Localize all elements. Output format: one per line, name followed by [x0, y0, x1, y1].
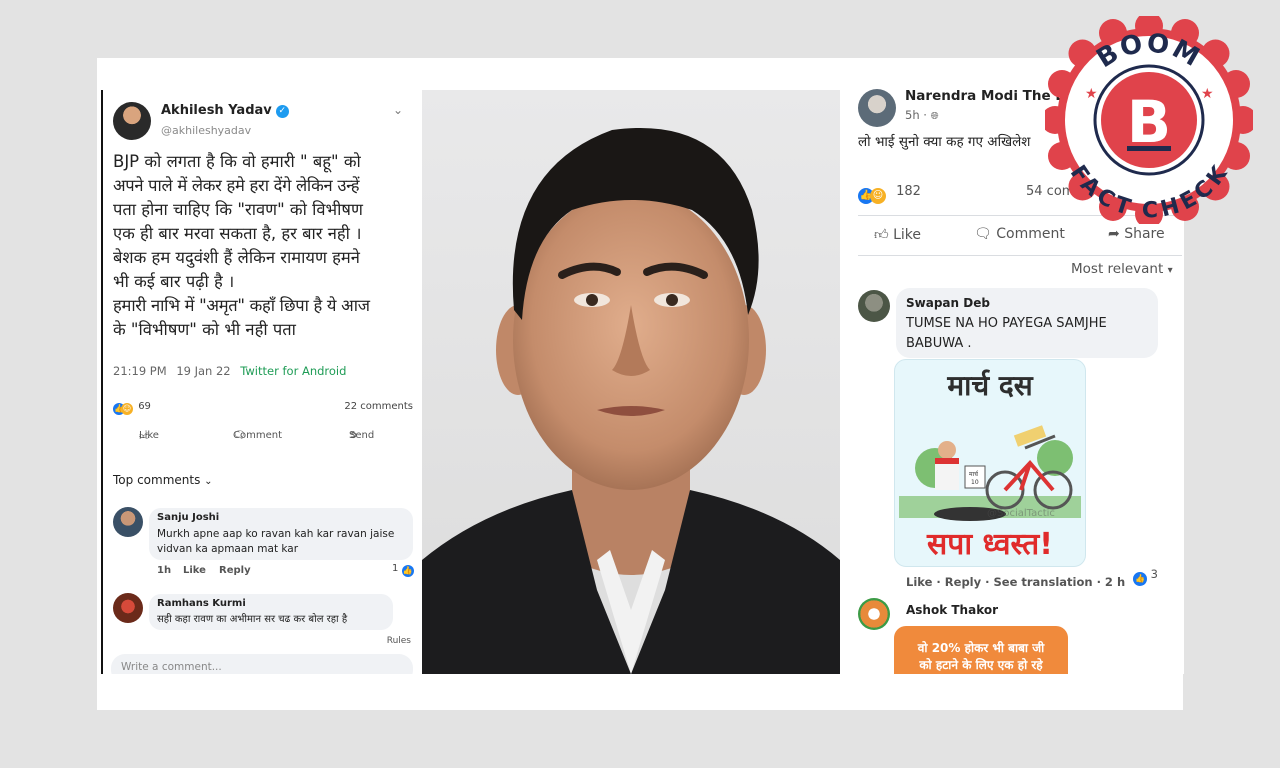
comment-line: vidvan ka apmaan mat kar — [157, 543, 299, 555]
post-time-text: 5h · — [905, 108, 927, 122]
tweet-source[interactable]: Twitter for Android — [240, 364, 346, 378]
tweet-time: 21:19 PM — [113, 364, 167, 378]
comment-line: Murkh apne aap ko ravan kah kar ravan ja… — [157, 528, 395, 540]
boom-seal: B BOOM FACT CHECK ★ ★ — [1041, 12, 1257, 228]
send-label: Send — [349, 430, 375, 441]
commenter-avatar[interactable] — [113, 593, 143, 623]
post-time[interactable]: 5h · 🌐︎ — [905, 108, 939, 122]
comment-icon: 🗨︎ — [974, 226, 992, 242]
verified-icon: ✓ — [275, 105, 289, 118]
haha-reaction-icon: ☺ — [870, 188, 886, 204]
chevron-down-icon[interactable]: ⌄ — [393, 103, 403, 117]
tweet-line: BJP को लगता है कि वो हमारी " बहू" को — [113, 152, 361, 171]
haha-reaction-icon: ☺ — [121, 403, 133, 415]
tweet-author[interactable]: Akhilesh Yadav ✓ — [161, 103, 289, 118]
tweet-avatar — [113, 102, 151, 140]
comment-bubble: Ramhans Kurmi सही कहा रावण का अभीमान सर … — [149, 594, 393, 630]
tweet-screenshot: Akhilesh Yadav ✓ @akhileshyadav ⌄ BJP को … — [101, 90, 423, 674]
tweet-line: पता होना चाहिए कि "रावण" को विभीषण — [113, 200, 363, 219]
tweet-handle[interactable]: @akhileshyadav — [161, 124, 251, 137]
comment-text: Murkh apne aap ko ravan kah kar ravan ja… — [157, 527, 394, 557]
top-comments-label: Top comments — [113, 473, 201, 487]
portrait-photo — [422, 90, 840, 674]
write-comment-input[interactable]: Write a comment... — [111, 654, 413, 674]
post-comment-label: Comment — [996, 226, 1065, 242]
like-reaction-icon: 👍 — [1133, 572, 1147, 586]
comment-author[interactable]: Ashok Thakor — [906, 603, 998, 617]
divider — [858, 255, 1182, 256]
comment-like-count-value: 3 — [1150, 567, 1158, 581]
comment-time: 1h — [157, 565, 172, 576]
comment-bubble: Sanju Joshi Murkh apne aap ko ravan kah … — [149, 508, 413, 560]
card-line: को हटाने के लिए एक हो रहे — [919, 658, 1043, 672]
tweet-line: एक ही बार मरवा सकता है, हर बार नही । — [113, 224, 362, 243]
comment-sticker-image[interactable]: मार्च दस मार्च 10 @SocialTactic सपा ध्वस… — [894, 359, 1086, 567]
post-share-label: Share — [1124, 226, 1165, 242]
comment-actions[interactable]: Like · Reply · See translation · 2 h — [906, 575, 1125, 589]
comment-like-count[interactable]: 1 👍 — [392, 563, 414, 577]
like-label: Like — [139, 430, 159, 441]
rules-link[interactable]: Rules — [387, 636, 411, 646]
sticker-caption: सपा ध्वस्त! — [927, 527, 1053, 562]
comment-image-card[interactable]: वो 20% होकर भी बाबा जी को हटाने के लिए ए… — [894, 626, 1068, 674]
sticker-watermark: @SocialTactic — [987, 508, 1055, 519]
chevron-down-icon: ▾ — [1167, 265, 1173, 276]
comment-line: BABUWA . — [906, 336, 972, 351]
like-reaction-icon: 👍 — [401, 565, 414, 577]
sticker-sign-text: मार्च — [969, 470, 979, 478]
tweet-line: हमारी नाभि में "अमृत" कहाँ छिपा है ये आज — [113, 296, 370, 315]
comment-text: सही कहा रावण का अभीमान सर चढ कर बोल रहा … — [157, 614, 348, 625]
comment-like-count-value: 1 — [392, 563, 399, 574]
post-like-button[interactable]: 👍︎ Like — [874, 226, 921, 243]
star-icon: ★ — [1201, 86, 1214, 102]
tweet-line: अपने पाले में लेकर हमे हरा देंगे लेकिन उ… — [113, 176, 360, 195]
comment-bubble: Swapan Deb TUMSE NA HO PAYEGA SAMJHE BAB… — [896, 288, 1158, 358]
tweet-line: भी कई बार पढ़ी है । — [113, 272, 235, 291]
commenter-avatar[interactable] — [858, 598, 890, 630]
post-like-label: Like — [893, 227, 922, 243]
post-reactions-count: 182 — [896, 184, 921, 199]
portrait-illustration — [422, 127, 840, 674]
comment-author[interactable]: Swapan Deb — [906, 296, 990, 310]
tweet-author-name: Akhilesh Yadav — [161, 103, 272, 118]
tweet-reactions[interactable]: 👍☺ 69 — [113, 401, 151, 415]
commenter-avatar[interactable] — [113, 507, 143, 537]
top-comments-filter[interactable]: Top comments ⌄ — [113, 473, 213, 487]
comment-author[interactable]: Ramhans Kurmi — [157, 598, 246, 609]
comment-text: TUMSE NA HO PAYEGA SAMJHE BABUWA . — [906, 314, 1107, 354]
post-comment-button[interactable]: 🗨︎ Comment — [974, 226, 1065, 242]
chevron-down-icon: ⌄ — [204, 476, 213, 487]
reactions-count: 69 — [138, 401, 151, 412]
commenter-avatar[interactable] — [858, 290, 890, 322]
comment-label: Comment — [233, 430, 282, 441]
comment-line: TUMSE NA HO PAYEGA SAMJHE — [906, 316, 1107, 331]
globe-icon: 🌐︎ — [930, 111, 939, 122]
card-line: वो 20% होकर भी बाबा जी — [917, 641, 1045, 655]
tweet-text: BJP को लगता है कि वो हमारी " बहू" को अपन… — [113, 150, 419, 342]
sticker-sign-number: 10 — [971, 479, 979, 486]
sticker-title: मार्च दस — [947, 369, 1033, 402]
tweet-line: बेशक हम यदुवंशी हैं लेकिन रामायण हमने — [113, 248, 360, 267]
boom-letter: B — [1127, 88, 1171, 156]
star-icon: ★ — [1085, 86, 1098, 102]
like-icon: 👍︎ — [874, 227, 889, 243]
comment-like-count[interactable]: 👍 3 — [1133, 567, 1158, 586]
tweet-date: 19 Jan 22 — [176, 364, 231, 378]
post-text: लो भाई सुनो क्या कह गए अखिलेश — [858, 134, 1031, 150]
post-reactions[interactable]: 👍☺ 182 — [858, 184, 921, 204]
comment-reply-button[interactable]: Reply — [219, 565, 251, 576]
comment-author[interactable]: Sanju Joshi — [157, 512, 219, 523]
tweet-line: के "विभीषण" को भी नही पता — [113, 320, 296, 339]
page-avatar[interactable] — [858, 89, 896, 127]
share-icon: ➦ — [1108, 226, 1120, 242]
comments-count[interactable]: 22 comments — [344, 401, 413, 412]
tweet-meta: 21:19 PM 19 Jan 22 Twitter for Android — [113, 364, 346, 378]
comment-sort-dropdown[interactable]: Most relevant ▾ — [1071, 261, 1173, 277]
comment-like-button[interactable]: Like — [183, 565, 206, 576]
comment-sort-label: Most relevant — [1071, 261, 1164, 277]
post-share-button[interactable]: ➦ Share — [1108, 226, 1165, 242]
boom-fact-check-logo: B BOOM FACT CHECK ★ ★ — [1041, 12, 1257, 228]
